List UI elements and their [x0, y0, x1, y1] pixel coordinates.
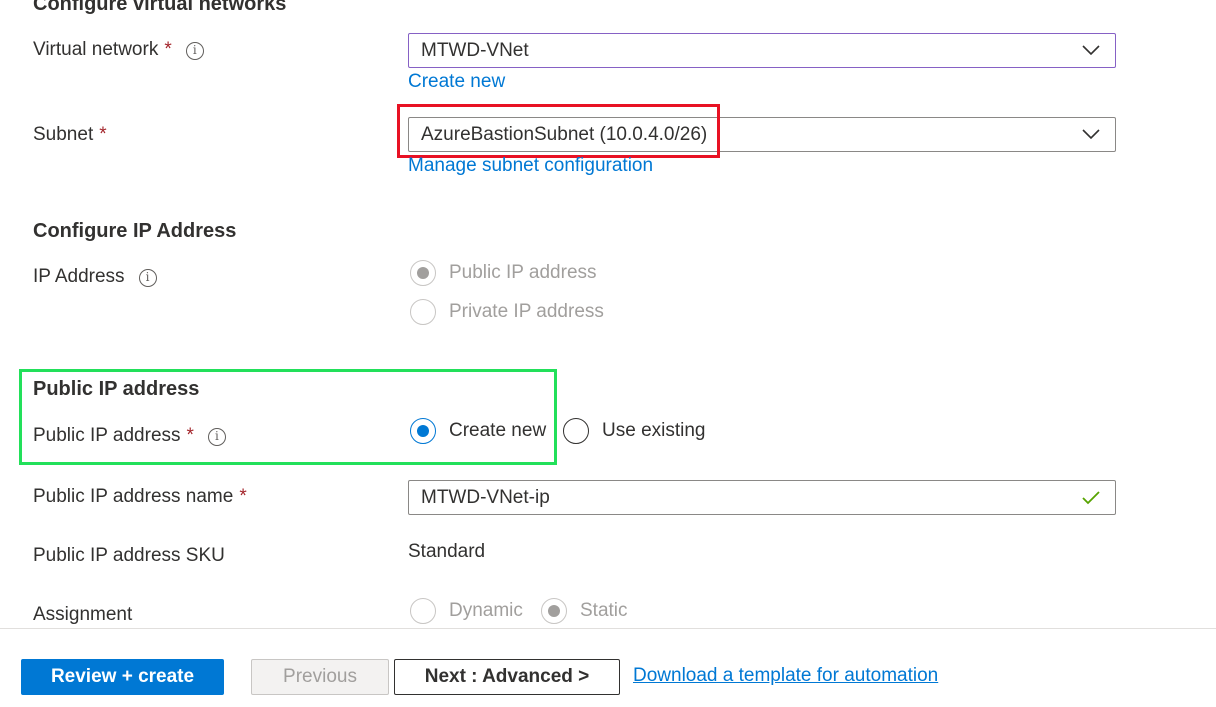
assignment-label: Assignment	[33, 604, 133, 625]
subnet-label: Subnet *	[33, 124, 107, 146]
highlight-box-red	[397, 104, 720, 158]
previous-button[interactable]: Previous	[251, 659, 389, 695]
radio-use-existing-indicator[interactable]	[563, 418, 589, 444]
required-marker: *	[239, 486, 247, 507]
public-ip-sku-label: Public IP address SKU	[33, 545, 225, 566]
section-title-public-ip: Public IP address	[33, 378, 200, 400]
public-ip-name-label-text: Public IP address name	[33, 486, 234, 507]
review-create-button[interactable]: Review + create	[21, 659, 224, 695]
ip-address-label-text: IP Address	[33, 266, 125, 287]
chevron-down-icon	[1082, 45, 1100, 56]
checkmark-icon	[1082, 491, 1100, 505]
create-new-vnet-link[interactable]: Create new	[408, 71, 505, 93]
radio-create-new-label: Create new	[449, 420, 547, 441]
download-template-link[interactable]: Download a template for automation	[633, 665, 938, 687]
radio-public-ip[interactable]: Public IP address	[410, 260, 597, 286]
radio-use-existing[interactable]: Use existing	[563, 418, 706, 444]
public-ip-address-label: Public IP address * i	[33, 425, 226, 447]
radio-static[interactable]: Static	[541, 598, 628, 624]
radio-create-new[interactable]: Create new	[410, 418, 546, 444]
radio-public-ip-label: Public IP address	[449, 262, 597, 283]
info-icon[interactable]: i	[185, 42, 204, 60]
virtual-network-select[interactable]: MTWD-VNet	[408, 33, 1116, 68]
subnet-label-text: Subnet	[33, 124, 94, 145]
required-marker: *	[164, 39, 172, 60]
next-advanced-button[interactable]: Next : Advanced >	[394, 659, 620, 695]
public-ip-name-value: MTWD-VNet-ip	[421, 487, 550, 508]
public-ip-address-label-text: Public IP address	[33, 425, 181, 446]
footer-divider	[0, 628, 1216, 629]
required-marker: *	[186, 425, 194, 446]
public-ip-sku-value: Standard	[408, 541, 486, 562]
radio-static-indicator[interactable]	[541, 598, 567, 624]
manage-subnet-link[interactable]: Manage subnet configuration	[408, 155, 653, 177]
public-ip-name-label: Public IP address name *	[33, 486, 247, 508]
radio-create-new-indicator[interactable]	[410, 418, 436, 444]
chevron-down-icon	[1082, 129, 1100, 140]
radio-dynamic-label: Dynamic	[449, 600, 523, 621]
radio-dynamic-indicator[interactable]	[410, 598, 436, 624]
radio-private-ip[interactable]: Private IP address	[410, 299, 604, 325]
info-icon[interactable]: i	[138, 269, 157, 287]
radio-static-label: Static	[580, 600, 628, 621]
radio-dynamic[interactable]: Dynamic	[410, 598, 523, 624]
radio-use-existing-label: Use existing	[602, 420, 706, 441]
info-icon[interactable]: i	[207, 428, 226, 446]
virtual-network-label-text: Virtual network	[33, 39, 159, 60]
virtual-network-label: Virtual network * i	[33, 39, 204, 61]
virtual-network-value: MTWD-VNet	[421, 40, 529, 61]
radio-private-ip-label: Private IP address	[449, 301, 604, 322]
ip-address-label: IP Address i	[33, 266, 157, 288]
radio-private-ip-indicator[interactable]	[410, 299, 436, 325]
radio-public-ip-indicator[interactable]	[410, 260, 436, 286]
public-ip-name-input[interactable]: MTWD-VNet-ip	[408, 480, 1116, 515]
section-title-ip: Configure IP Address	[33, 220, 237, 242]
section-title-vnet: Configure virtual networks	[33, 0, 287, 15]
required-marker: *	[99, 124, 107, 145]
